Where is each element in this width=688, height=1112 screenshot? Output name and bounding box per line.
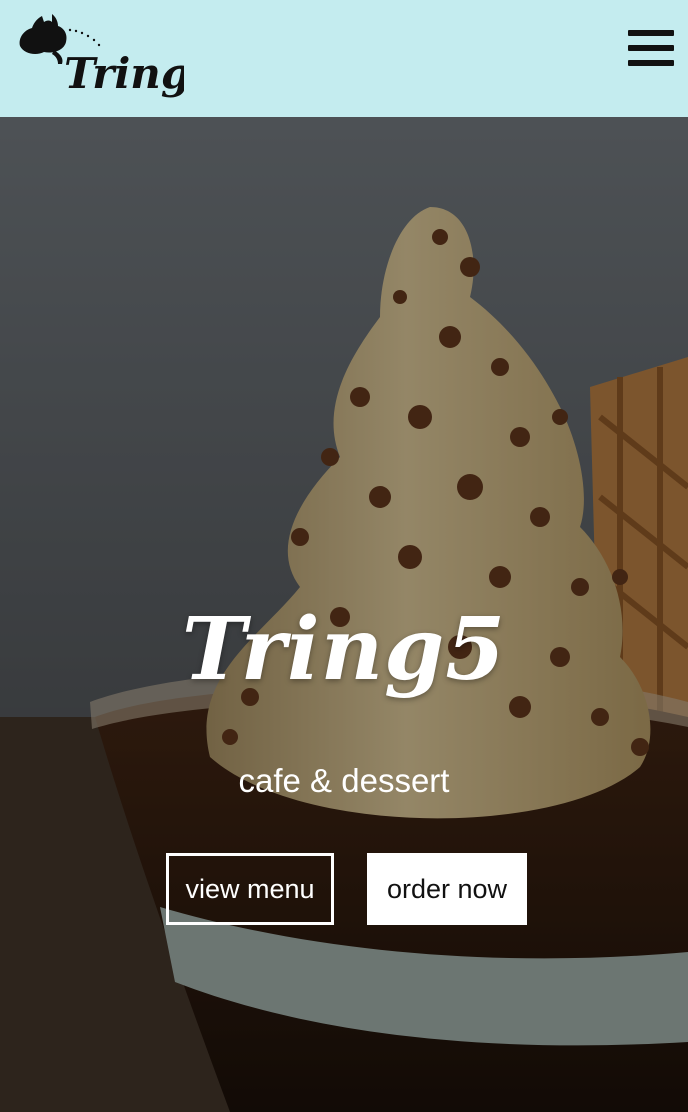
brand-logo[interactable]: Tring5 (14, 10, 184, 106)
svg-text:Tring5: Tring5 (64, 49, 184, 98)
cat-logo-icon: Tring5 (19, 14, 184, 98)
hero-section: Tring5 cafe & dessert view menu order no… (0, 117, 688, 1112)
hero-title: Tring5 (181, 599, 507, 700)
view-menu-button[interactable]: view menu (166, 853, 334, 925)
order-now-button[interactable]: order now (367, 853, 527, 925)
menu-bar (628, 45, 674, 51)
site-header: Tring5 (0, 0, 688, 117)
menu-bar (628, 30, 674, 36)
menu-bar (628, 60, 674, 66)
hamburger-menu-icon[interactable] (628, 30, 674, 66)
hero-subtitle: cafe & dessert (238, 762, 450, 799)
